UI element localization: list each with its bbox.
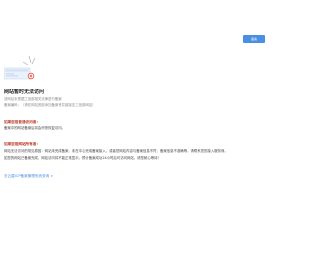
page: 备案 网站暂时无法访问 该网站未根据工信部相关法律进行备案 备案编码：（请在网站… (0, 0, 268, 268)
owner-text-2: 如您的网站已备案完成，网站访问将不能正常显示，预计备案成功24小时后可访问网站，… (4, 156, 161, 160)
notice-subtitle-2: 备案编码：（请在网站底部添加备案号并链接至工信部网站） (4, 103, 96, 107)
notice-subtitle-1: 该网站未根据工信部相关法律进行备案 (4, 97, 62, 101)
visitor-heading: 如果您是普通访问者： (4, 120, 40, 124)
owner-text-1: 网站无法访问的常见原因：网站未完成备案，未在中心完成备案接入，或者您网站内容与备… (4, 149, 228, 153)
browser-error-illustration-icon (3, 54, 38, 82)
visitor-text: 备案中的网站备案后将会尽快恢复访问。 (4, 126, 66, 130)
page-title: 网站暂时无法访问 (4, 89, 45, 95)
record-button[interactable]: 备案 (243, 35, 265, 43)
owner-heading: 如果您是网站所有者： (4, 142, 40, 146)
illustration-svg (3, 55, 36, 80)
icp-query-link[interactable]: 去云盾ICP备案管理系统查询 > (4, 174, 266, 179)
